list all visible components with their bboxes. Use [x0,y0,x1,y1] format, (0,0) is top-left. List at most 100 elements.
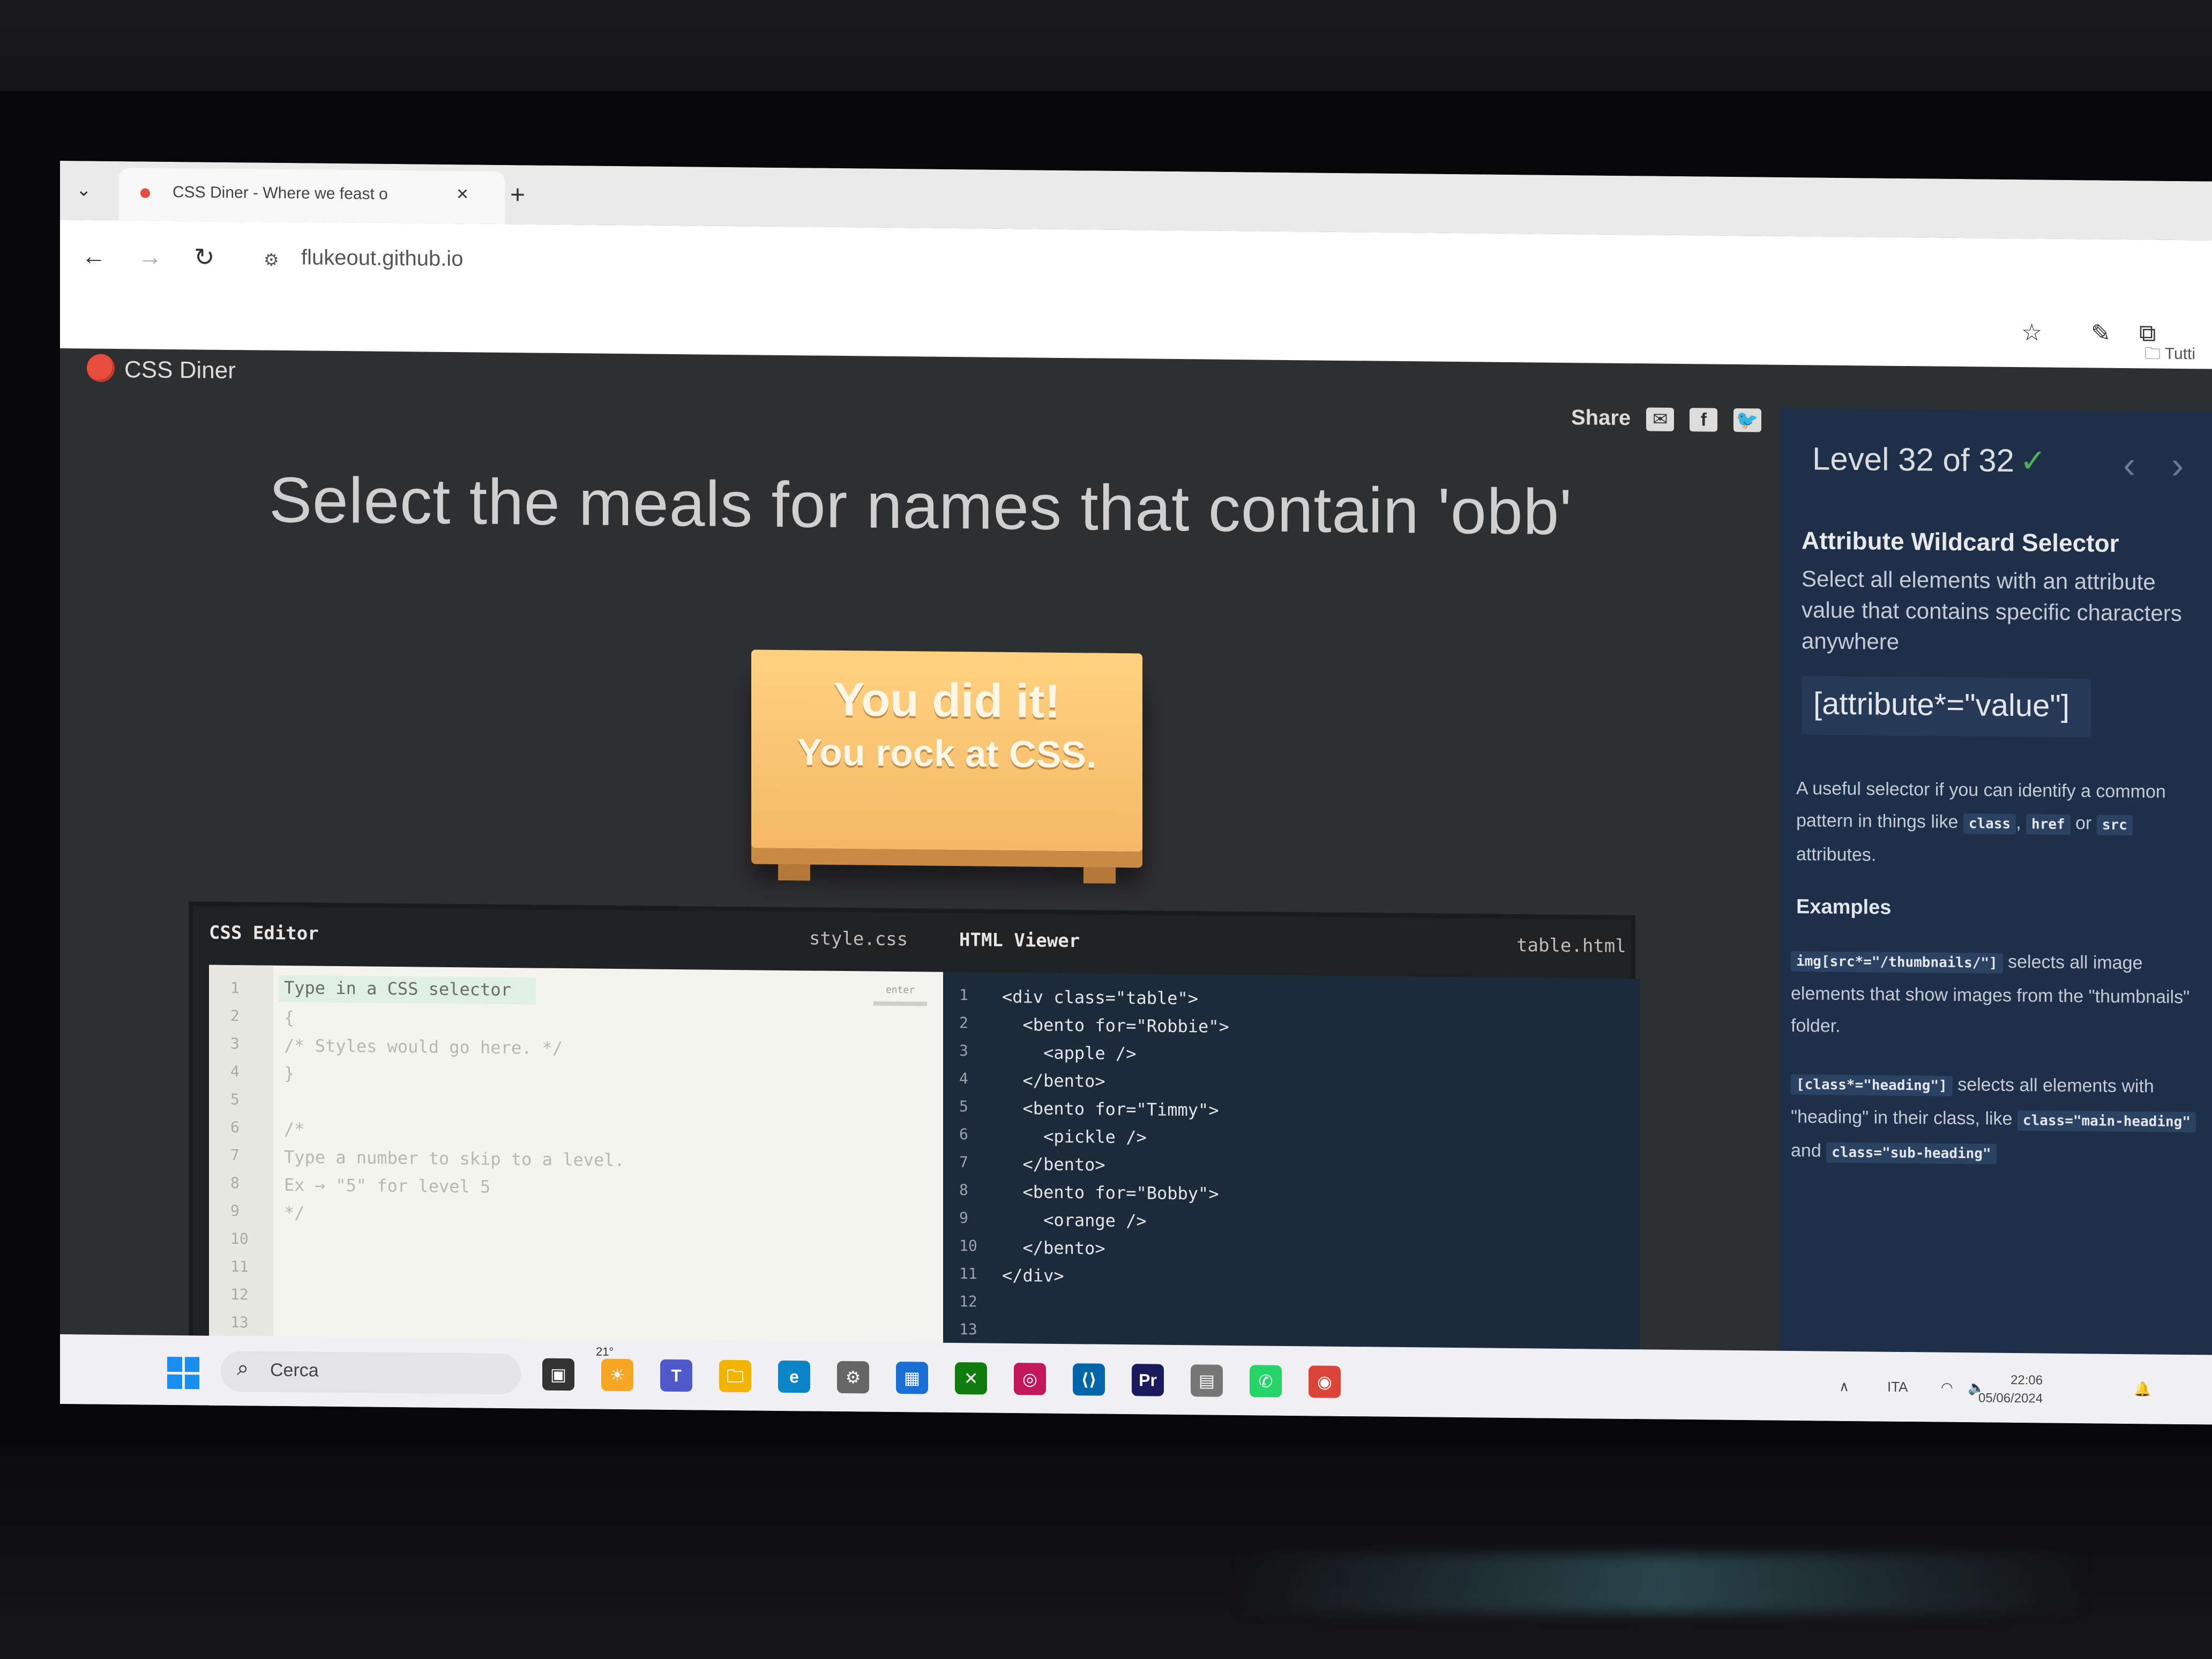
weather-temperature: 21° [596,1344,614,1358]
example-code: [class*="heading"] [1791,1074,1953,1096]
clock-time: 22:06 [2011,1372,2043,1388]
facebook-share-icon[interactable]: f [1690,408,1718,432]
premiere-pro-icon[interactable]: Pr [1132,1364,1164,1396]
css-code-line: } [284,1063,295,1084]
enter-button[interactable]: enter [873,984,927,1006]
line-number: 10 [230,1230,249,1248]
address-bar[interactable]: flukeout.github.io [301,245,463,271]
line-number: 11 [959,1265,977,1283]
taskbar-search-box[interactable] [221,1350,521,1395]
example-code: img[src*="/thumbnails/"] [1791,951,2003,974]
html-code-line[interactable]: </bento> [1002,1070,1105,1091]
hint-separator: , [2016,812,2021,833]
line-number: 6 [959,1125,968,1144]
line-number: 5 [230,1090,240,1109]
line-number: 8 [230,1174,240,1192]
monitor-screen: ⌄ CSS Diner - Where we feast o × + ← → ↻… [60,161,2212,1425]
html-code-line[interactable]: <orange /> [1002,1209,1147,1231]
level-indicator: Level 32 of 32 ✓ [1812,440,2046,480]
taskbar-search-placeholder[interactable]: Cerca [270,1360,319,1381]
html-code-line[interactable]: </div> [1002,1265,1064,1286]
bookmark-star-icon[interactable]: ☆ [2021,319,2042,346]
level-sidebar: Level 32 of 32 ✓ ‹ › Attribute Wildcard S… [1780,407,2212,1425]
weather-icon[interactable]: ☀ [601,1358,633,1392]
clock-date: 05/06/2024 [1978,1391,2043,1406]
line-number: 9 [230,1202,240,1220]
teams-icon[interactable]: T [660,1359,692,1392]
settings-gear-icon[interactable]: ⚙ [837,1361,869,1394]
site-info-icon[interactable]: ⚙ [264,250,279,270]
taskbar-clock[interactable]: 22:06 05/06/2024 [1978,1371,2043,1408]
task-view-icon[interactable]: ▣ [542,1358,574,1391]
tab-list-chevron-icon[interactable]: ⌄ [76,179,92,200]
eyedropper-icon[interactable]: ✎ [2091,319,2111,347]
whatsapp-icon[interactable]: ✆ [1250,1365,1282,1398]
site-name[interactable]: CSS Diner [124,356,236,384]
line-number: 11 [230,1258,249,1276]
css-editor-title: CSS Editor [209,922,319,945]
back-arrow-icon[interactable]: ← [81,241,106,270]
html-code-line[interactable]: <bento for="Timmy"> [1002,1098,1219,1120]
level-complete-check-icon: ✓ [2019,443,2047,479]
hint-text-end: attributes. [1796,844,1877,865]
html-code-line[interactable]: <div class="table"> [1002,987,1198,1009]
css-code-line: Ex → "5" for level 5 [284,1175,491,1197]
line-number: 5 [959,1097,968,1116]
next-level-chevron-icon[interactable]: › [2171,444,2184,487]
line-number: 3 [230,1035,240,1053]
html-code-line[interactable]: </bento> [1002,1237,1105,1258]
search-icon: ⌕ [237,1356,249,1380]
line-number: 1 [230,979,240,997]
line-number: 2 [230,1007,240,1025]
hint-code: class [1963,813,2016,835]
calendar-icon[interactable]: ▦ [896,1361,928,1394]
line-number: 13 [959,1320,977,1339]
chrome-icon[interactable]: ◉ [1309,1365,1341,1398]
css-code-line: */ [284,1202,305,1223]
line-number: 7 [959,1153,968,1171]
html-code-line[interactable]: </bento> [1002,1154,1105,1175]
edge-browser-icon[interactable]: e [778,1360,810,1393]
html-code-line[interactable]: <bento for="Bobby"> [1002,1182,1219,1204]
email-share-icon[interactable]: ✉ [1646,407,1675,432]
html-code-line[interactable]: <apple /> [1002,1042,1136,1064]
tab-title: CSS Diner - Where we feast o [173,183,388,203]
windows-start-icon[interactable] [167,1356,199,1389]
html-viewer-title: HTML Viewer [959,929,1080,952]
tab-favicon-icon [140,188,150,198]
media-app-icon[interactable]: ◎ [1014,1363,1046,1395]
css-selector-input[interactable]: Type in a CSS selector [284,977,511,1000]
new-tab-icon[interactable]: + [510,180,525,210]
css-code-line: /* Styles would go here. */ [284,1035,563,1059]
forward-arrow-icon[interactable]: → [138,242,162,271]
tab-close-icon[interactable]: × [457,183,468,206]
language-indicator[interactable]: ITA [1887,1379,1908,1395]
table-leg [1083,867,1116,884]
line-number: 4 [230,1063,240,1081]
line-number: 7 [230,1146,240,1164]
show-hidden-icons-chevron-icon[interactable]: ∧ [1839,1378,1849,1395]
line-number: 6 [230,1118,240,1137]
css-code-line: { [284,1007,295,1028]
html-code-line[interactable]: <bento for="Robbie"> [1002,1014,1229,1037]
table-leg [778,864,810,881]
calculator-icon[interactable]: ▤ [1191,1364,1223,1397]
reload-icon[interactable]: ↻ [194,242,215,271]
example-and: and [1791,1140,1821,1161]
previous-level-chevron-icon[interactable]: ‹ [2123,443,2135,486]
example-2: [class*="heading"] selects all elements … [1791,1067,2209,1172]
room-background-bottom [0,1447,2212,1659]
html-code-line[interactable]: <pickle /> [1002,1126,1147,1148]
css-editor-filename: style.css [809,928,908,951]
notifications-bell-icon[interactable]: 🔔 [2134,1381,2151,1398]
examples-title: Examples [1796,895,1892,919]
file-explorer-icon[interactable]: 🗀 [719,1359,751,1393]
xbox-icon[interactable]: ✕ [955,1362,987,1395]
selector-title: Select all elements with an attribute va… [1802,566,2182,654]
win-message-subtitle: You rock at CSS. [797,731,1097,776]
css-code-line: /* [284,1119,305,1140]
twitter-share-icon[interactable]: 🐦 [1733,408,1761,432]
bookmarks-folder[interactable]: 🗀 Tutti [2144,341,2195,369]
vscode-icon[interactable]: ⟨⟩ [1073,1363,1105,1396]
wifi-icon[interactable]: ◠ [1941,1379,1953,1396]
